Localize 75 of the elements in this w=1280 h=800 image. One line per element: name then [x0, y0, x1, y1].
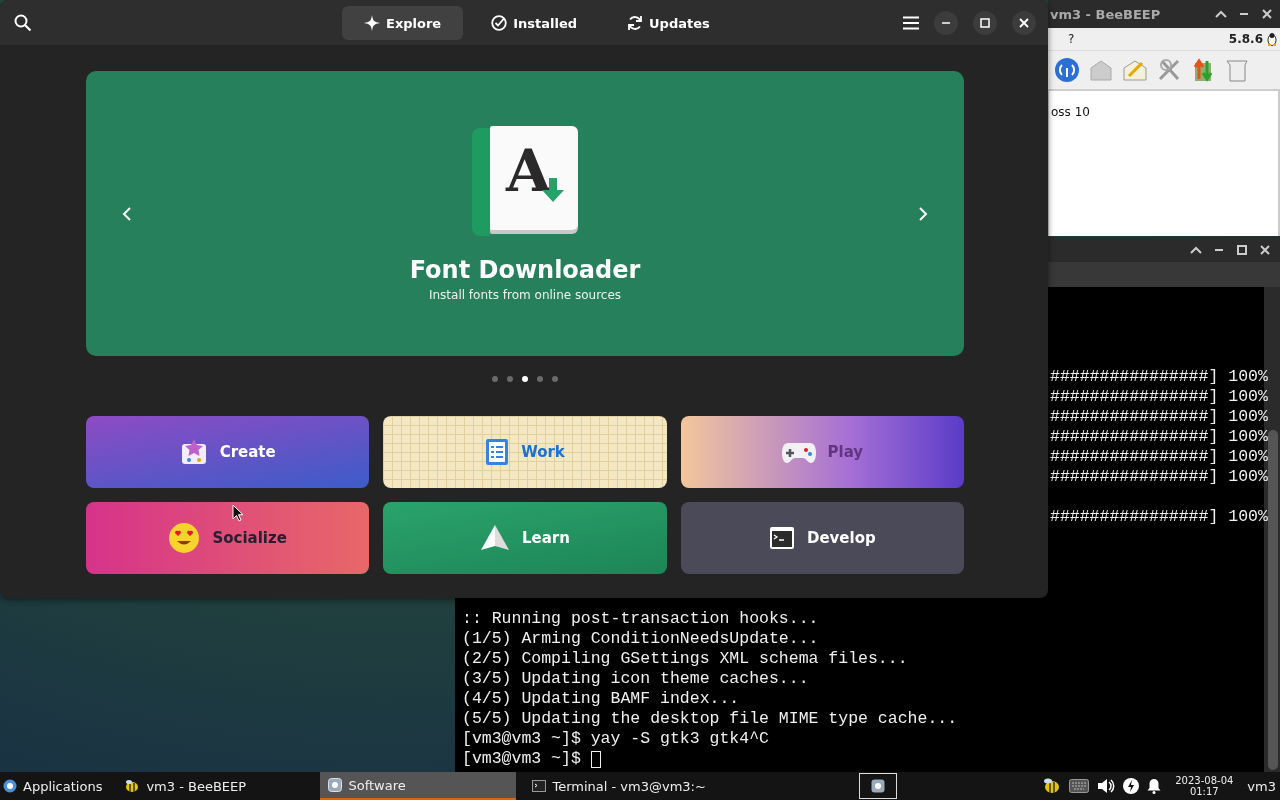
keyboard-icon[interactable] — [1069, 779, 1090, 793]
terminal-icon — [768, 526, 795, 550]
tab[interactable]: Updates — [605, 6, 732, 40]
check-circle-icon — [491, 15, 508, 31]
terminal-line: (5/5) Updating the desktop file MIME type cache... — [462, 709, 959, 729]
close-button[interactable] — [1012, 10, 1036, 35]
star-palette-icon — [179, 438, 208, 466]
heart-eyes-emoji-icon — [168, 522, 201, 554]
pyramid-icon — [480, 524, 510, 552]
minimize-icon[interactable] — [1239, 13, 1249, 15]
chat-message: oss 10 — [1051, 105, 1090, 119]
close-icon — [1019, 17, 1029, 28]
taskbar-window-button[interactable]: Terminal - vm3@vm3:~ — [524, 772, 721, 800]
tab[interactable]: Installed — [469, 6, 600, 40]
category-tile[interactable]: Create — [86, 416, 370, 488]
minimize-button[interactable] — [934, 10, 958, 35]
minimize-icon — [941, 21, 951, 24]
checklist-icon — [485, 438, 510, 466]
software-icon — [328, 778, 343, 792]
search-icon[interactable] — [14, 13, 32, 32]
app-description: Install fonts from online sources — [428, 287, 622, 302]
user-name: vm3 — [1247, 778, 1277, 794]
version-label: 5.8.6 — [1228, 32, 1263, 46]
gamepad-icon — [781, 440, 816, 464]
category-tile[interactable]: Develop — [680, 502, 964, 574]
terminal-line: (1/5) Arming ConditionNeedsUpdate... — [462, 629, 820, 649]
page-indicator-dot[interactable] — [522, 376, 528, 382]
terminal-line: (2/5) Compiling GSettings XML schema files... — [462, 649, 909, 669]
maximize-icon[interactable] — [1237, 244, 1247, 255]
bee-icon — [124, 779, 141, 793]
menu-icon[interactable] — [903, 15, 919, 30]
terminal-line: (4/5) Updating BAMF index... — [462, 689, 741, 709]
volume-icon[interactable] — [1097, 778, 1116, 794]
maximize-icon — [980, 17, 990, 28]
clock-date: 2023-08-04 — [1175, 775, 1234, 786]
clock-time: 01:17 — [1189, 786, 1219, 797]
scrollbar[interactable] — [1268, 430, 1278, 770]
maximize-button[interactable] — [973, 10, 997, 35]
terminal-prompt: [vm3@vm3 ~]$ — [462, 749, 581, 769]
close-icon[interactable] — [1260, 244, 1270, 255]
shade-icon[interactable] — [1190, 245, 1202, 254]
terminal-line: (3/5) Updating icon theme caches... — [462, 669, 810, 689]
window-title: vm3 - BeeBEEP — [1050, 6, 1162, 22]
bee-icon[interactable] — [1043, 778, 1062, 794]
bell-icon[interactable] — [1147, 778, 1162, 794]
featured-banner[interactable]: A Font Downloader Install fonts from online sources — [86, 71, 964, 356]
text-cursor — [590, 750, 601, 768]
page-indicator-dot[interactable] — [552, 376, 558, 382]
shade-icon[interactable] — [1215, 10, 1227, 18]
terminal-line: :: Running post-transaction hooks... — [462, 609, 820, 629]
mouse-pointer-icon — [232, 504, 244, 522]
category-tile[interactable]: Work — [383, 416, 667, 488]
applications-icon — [3, 779, 17, 793]
applications-menu-button[interactable]: Applications — [0, 772, 109, 800]
close-icon[interactable] — [1262, 9, 1272, 19]
tab[interactable]: Explore — [342, 6, 464, 40]
minimize-icon[interactable] — [1214, 248, 1224, 251]
app-title: Font Downloader — [409, 255, 641, 284]
page-indicator-dot[interactable] — [507, 376, 513, 382]
software-icon — [871, 779, 886, 793]
category-tile[interactable]: Learn — [383, 502, 667, 574]
terminal-icon — [532, 780, 547, 792]
category-tile[interactable]: Socialize — [86, 502, 370, 574]
refresh-icon — [627, 15, 644, 31]
taskbar-window-button[interactable]: Software — [320, 772, 517, 800]
sparkle-icon — [364, 15, 380, 31]
page-indicator-dot[interactable] — [492, 376, 498, 382]
terminal-line: [vm3@vm3 ~]$ yay -S gtk3 gtk4^C — [462, 729, 770, 749]
power-icon[interactable] — [1123, 778, 1140, 794]
workspace-pager[interactable] — [859, 773, 898, 799]
penguin-icon — [1267, 32, 1277, 46]
taskbar-window-button[interactable]: vm3 - BeeBEEP — [116, 772, 313, 800]
page-indicator-dot[interactable] — [537, 376, 543, 382]
menu-item[interactable]: ? — [1068, 32, 1075, 46]
antenna-icon[interactable] — [1054, 57, 1080, 83]
